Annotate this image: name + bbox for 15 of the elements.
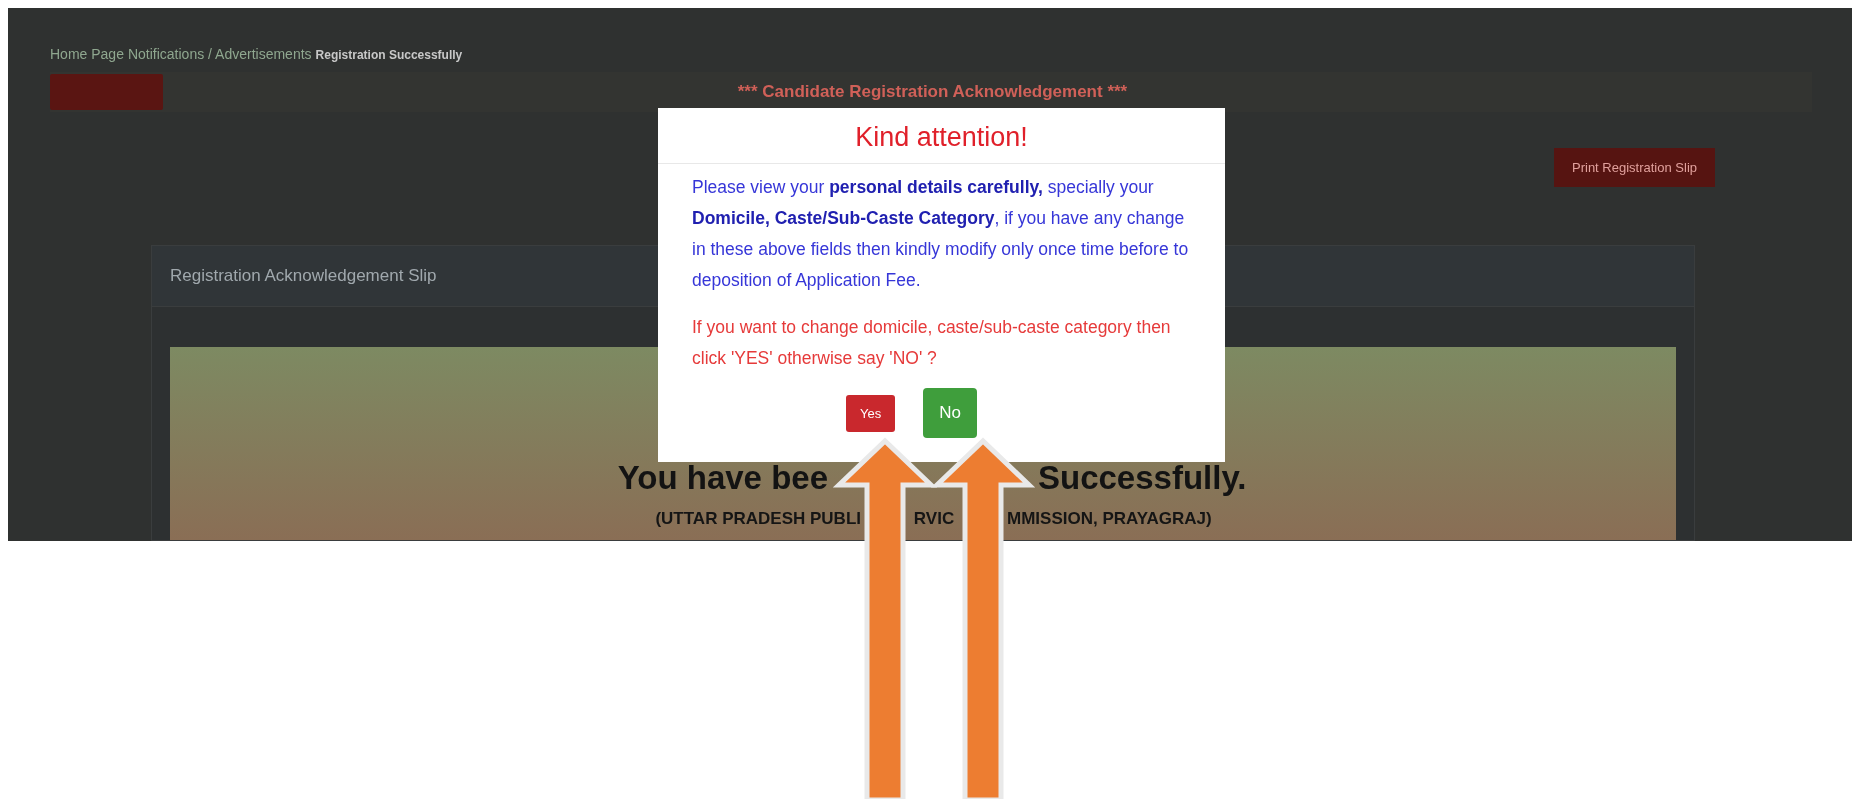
success-message: Successfully. [1038,459,1247,497]
no-button[interactable]: No [923,388,977,438]
breadcrumb-current: Registration Successfully [315,48,463,62]
back-button[interactable] [50,74,163,110]
dialog-title: Kind attention! [658,108,1225,164]
dialog-question: If you want to change domicile, caste/sub-caste category then click 'YES' otherwise say 'NO' ? [691,316,1172,370]
success-message: You have bee [617,459,828,497]
page-heading: *** Candidate Registration Acknowledgement *** [736,82,1129,102]
breadcrumb-link[interactable]: Notifications / Advertisements [127,46,312,62]
organisation-name: RVIC [913,509,955,529]
organisation-name: (UTTAR PRADESH PUBLI [655,509,861,529]
print-button[interactable]: Print Registration Slip [1554,148,1715,187]
yes-button[interactable]: Yes [846,394,896,432]
organisation-name: MMISSION, PRAYAGRAJ) [1007,509,1212,529]
breadcrumb-link[interactable]: Home Page [50,46,124,62]
